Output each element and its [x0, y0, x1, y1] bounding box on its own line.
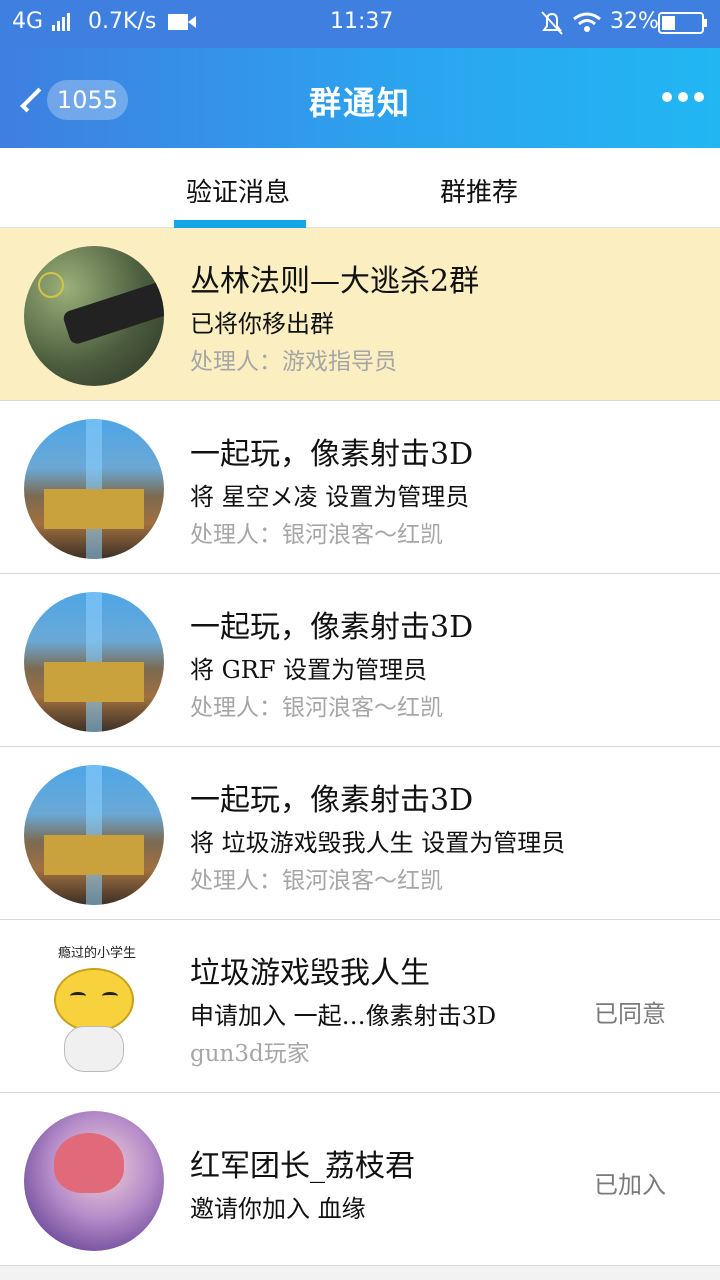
smiley-face-icon	[54, 968, 134, 1032]
wifi-icon	[572, 11, 602, 39]
item-message: 邀请你加入 血缘	[190, 1195, 366, 1223]
notification-list: 丛林法则—大逃杀2群 已将你移出群 处理人：游戏指导员 一起玩，像素射击3D 将…	[0, 228, 720, 1266]
item-handler: 处理人：银河浪客～红凯	[190, 522, 443, 548]
item-handler: 处理人：游戏指导员	[190, 349, 397, 375]
list-item[interactable]: 红军团长_荔枝君 邀请你加入 血缘 已加入	[0, 1093, 720, 1266]
list-item[interactable]: 一起玩，像素射击3D 将 垃圾游戏毁我人生 设置为管理员 处理人：银河浪客～红凯	[0, 747, 720, 920]
pixel-gun-graphic	[44, 662, 144, 702]
group-avatar	[24, 592, 164, 732]
item-title: 红军团长_荔枝君	[190, 1149, 415, 1184]
item-message: 将 垃圾游戏毁我人生 设置为管理员	[190, 829, 566, 857]
status-label: 已同意	[594, 1000, 666, 1028]
clock: 11:37	[330, 9, 394, 34]
more-dot-icon	[662, 92, 672, 102]
active-tab-indicator	[174, 220, 306, 228]
item-title: 丛林法则—大逃杀2群	[190, 264, 480, 299]
mute-bell-icon	[540, 10, 564, 42]
video-icon	[168, 12, 196, 38]
list-item[interactable]: 一起玩，像素射击3D 将 GRF 设置为管理员 处理人：银河浪客～红凯	[0, 574, 720, 747]
user-avatar: 瘾过的小学生	[24, 938, 164, 1078]
item-handler: 处理人：银河浪客～红凯	[190, 695, 443, 721]
face-body	[64, 1026, 124, 1072]
pixel-gun-graphic	[44, 835, 144, 875]
crosshair-icon	[38, 272, 64, 298]
item-title: 一起玩，像素射击3D	[190, 437, 474, 472]
item-title: 一起玩，像素射击3D	[190, 610, 474, 645]
item-handler: gun3d玩家	[190, 1041, 310, 1067]
list-item[interactable]: 丛林法则—大逃杀2群 已将你移出群 处理人：游戏指导员	[0, 228, 720, 401]
more-dot-icon	[694, 92, 704, 102]
rifle-image	[61, 276, 164, 346]
more-options-button[interactable]	[662, 92, 704, 102]
item-message: 将 星空メ凌 设置为管理员	[190, 483, 470, 511]
status-label: 已加入	[594, 1171, 666, 1199]
tab-verification[interactable]: 验证消息	[186, 172, 290, 209]
group-avatar	[24, 419, 164, 559]
list-item[interactable]: 一起玩，像素射击3D 将 星空メ凌 设置为管理员 处理人：银河浪客～红凯	[0, 401, 720, 574]
group-avatar	[24, 765, 164, 905]
network-speed: 0.7K/s	[88, 9, 157, 34]
anime-girl-graphic	[54, 1133, 124, 1193]
item-handler: 处理人：银河浪客～红凯	[190, 868, 443, 894]
face-eye	[102, 992, 118, 1000]
more-dot-icon	[678, 92, 688, 102]
network-indicator: 4G	[12, 9, 44, 34]
signal-icon	[52, 12, 72, 37]
battery-percent: 32%	[610, 9, 659, 34]
item-message: 申请加入 一起…像素射击3D	[190, 1002, 497, 1030]
item-message: 将 GRF 设置为管理员	[190, 656, 428, 684]
status-bar: 4G 0.7K/s 11:37 32%	[0, 0, 720, 48]
battery-icon	[658, 12, 708, 40]
page-title: 群通知	[308, 84, 411, 122]
group-avatar	[24, 246, 164, 386]
avatar-caption: 瘾过的小学生	[58, 946, 137, 961]
item-message: 已将你移出群	[190, 310, 334, 338]
item-title: 垃圾游戏毁我人生	[190, 956, 430, 991]
title-bar: 1055 群通知	[0, 48, 720, 148]
list-item[interactable]: 瘾过的小学生 垃圾游戏毁我人生 申请加入 一起…像素射击3D gun3d玩家 已…	[0, 920, 720, 1093]
item-title: 一起玩，像素射击3D	[190, 783, 474, 818]
pixel-gun-graphic	[44, 489, 144, 529]
face-eye	[70, 992, 86, 1000]
user-avatar	[24, 1111, 164, 1251]
tab-bar: 验证消息 群推荐	[0, 148, 720, 228]
tab-group-recommend[interactable]: 群推荐	[440, 172, 518, 209]
